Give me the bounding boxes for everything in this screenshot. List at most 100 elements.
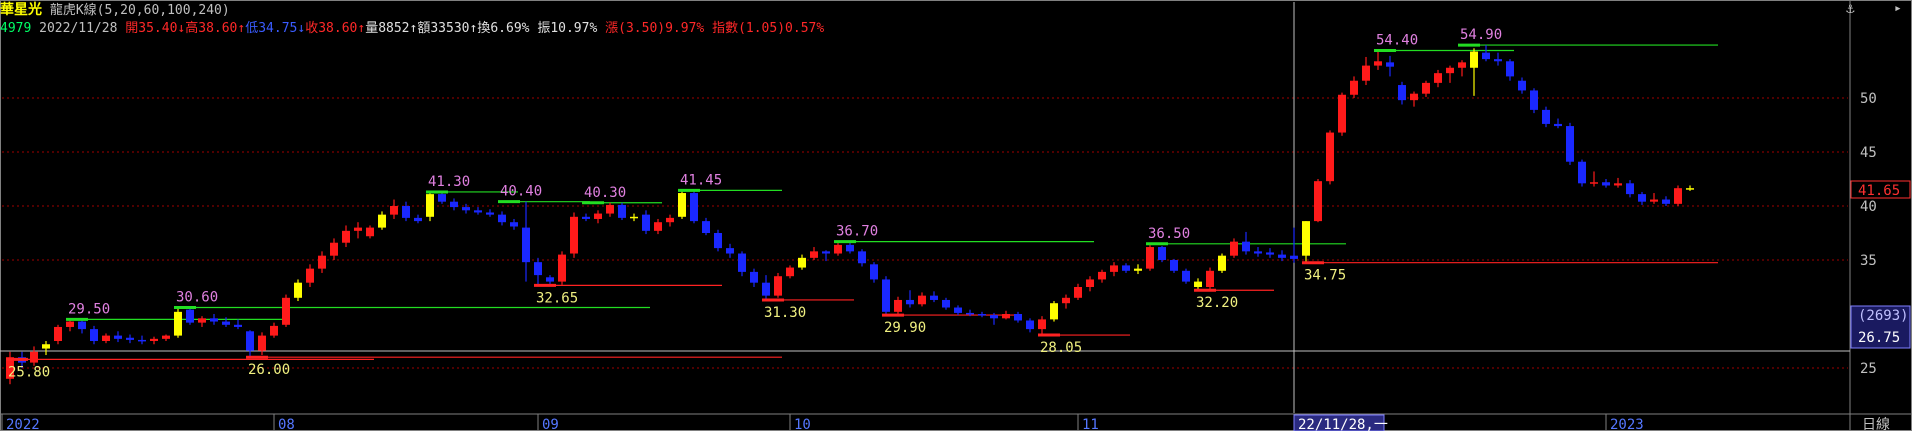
candle-body[interactable] — [174, 311, 182, 336]
candle-body[interactable] — [786, 267, 794, 277]
candle-body[interactable] — [1014, 314, 1022, 321]
candle-body[interactable] — [990, 315, 998, 319]
candle-body[interactable] — [894, 299, 902, 312]
candle-body[interactable] — [1566, 126, 1574, 162]
candle-body[interactable] — [1506, 61, 1514, 77]
candle-body[interactable] — [1038, 319, 1046, 330]
candle-body[interactable] — [1434, 73, 1442, 83]
candle-body[interactable] — [498, 214, 506, 223]
candle-body[interactable] — [354, 227, 362, 231]
candle-body[interactable] — [558, 254, 566, 282]
candle-body[interactable] — [162, 335, 170, 339]
candle-body[interactable] — [1026, 320, 1034, 330]
scroll-right-icon[interactable]: ▸ — [1894, 2, 1908, 16]
candle-body[interactable] — [750, 271, 758, 283]
candle-body[interactable] — [378, 214, 386, 228]
candle-body[interactable] — [546, 277, 554, 282]
candle-body[interactable] — [246, 331, 254, 351]
candle-body[interactable] — [1530, 90, 1538, 110]
candle-body[interactable] — [522, 227, 530, 263]
candle-body[interactable] — [414, 217, 422, 222]
candle-body[interactable] — [1350, 80, 1358, 95]
candle-body[interactable] — [1374, 61, 1382, 66]
candle-body[interactable] — [474, 210, 482, 213]
candle-body[interactable] — [1062, 297, 1070, 304]
candle-body[interactable] — [1122, 265, 1130, 271]
candle-body[interactable] — [1002, 314, 1010, 319]
candle-body[interactable] — [1446, 67, 1454, 74]
candle-body[interactable] — [762, 282, 770, 296]
candle-body[interactable] — [1494, 59, 1502, 62]
candle-body[interactable] — [102, 335, 110, 341]
candle-body[interactable] — [1386, 62, 1394, 67]
candle-body[interactable] — [594, 213, 602, 219]
candle-body[interactable] — [1674, 188, 1682, 204]
candle-body[interactable] — [258, 335, 266, 351]
candle-body[interactable] — [906, 299, 914, 305]
candle-body[interactable] — [510, 222, 518, 227]
candle-body[interactable] — [450, 201, 458, 208]
candle-body[interactable] — [966, 312, 974, 315]
candle-body[interactable] — [882, 279, 890, 312]
candle-body[interactable] — [798, 257, 806, 268]
candle-body[interactable] — [222, 321, 230, 325]
candle-body[interactable] — [198, 318, 206, 323]
candle-body[interactable] — [486, 212, 494, 215]
candle-body[interactable] — [918, 295, 926, 305]
candle-body[interactable] — [1194, 281, 1202, 287]
candle-body[interactable] — [282, 297, 290, 325]
candle-body[interactable] — [1650, 199, 1658, 202]
candle-body[interactable] — [330, 242, 338, 256]
candle-body[interactable] — [1326, 132, 1334, 182]
candle-body[interactable] — [642, 214, 650, 231]
candle-body[interactable] — [570, 216, 578, 254]
candle-body[interactable] — [834, 244, 842, 254]
candle-body[interactable] — [1266, 252, 1274, 255]
candle-body[interactable] — [618, 204, 626, 218]
candle-body[interactable] — [942, 299, 950, 308]
candle-body[interactable] — [1086, 279, 1094, 287]
candle-body[interactable] — [318, 255, 326, 269]
candle-body[interactable] — [822, 251, 830, 254]
candle-body[interactable] — [1158, 247, 1166, 260]
candle-body[interactable] — [1290, 255, 1298, 259]
candle-body[interactable] — [810, 251, 818, 258]
candle-body[interactable] — [1518, 80, 1526, 91]
candle-body[interactable] — [1314, 181, 1322, 222]
candle-body[interactable] — [150, 338, 158, 341]
candle-body[interactable] — [1098, 271, 1106, 280]
candle-body[interactable] — [1206, 270, 1214, 287]
candle-body[interactable] — [1614, 183, 1622, 186]
candle-body[interactable] — [66, 321, 74, 327]
candle-body[interactable] — [90, 329, 98, 341]
candle-body[interactable] — [1662, 199, 1670, 204]
candle-body[interactable] — [1590, 182, 1598, 184]
candle-body[interactable] — [366, 227, 374, 237]
candle-body[interactable] — [1242, 241, 1250, 252]
candle-body[interactable] — [858, 251, 866, 264]
candle-body[interactable] — [582, 216, 590, 219]
candle-body[interactable] — [1134, 268, 1142, 271]
candle-body[interactable] — [726, 248, 734, 254]
candle-body[interactable] — [666, 217, 674, 223]
candle-body[interactable] — [690, 193, 698, 222]
candle-body[interactable] — [930, 295, 938, 300]
candle-body[interactable] — [1554, 123, 1562, 127]
candle-body[interactable] — [1230, 241, 1238, 256]
candle-body[interactable] — [1638, 194, 1646, 202]
candle-body[interactable] — [54, 326, 62, 341]
candle-body[interactable] — [1458, 62, 1466, 68]
candle-body[interactable] — [630, 216, 638, 219]
candle-body[interactable] — [462, 207, 470, 211]
candle-body[interactable] — [978, 314, 986, 316]
candle-body[interactable] — [1362, 65, 1370, 81]
candle-body[interactable] — [1218, 255, 1226, 271]
candle-body[interactable] — [306, 268, 314, 283]
candle-body[interactable] — [1182, 270, 1190, 282]
candle-body[interactable] — [342, 230, 350, 243]
candle-body[interactable] — [1542, 109, 1550, 124]
candle-body[interactable] — [654, 222, 662, 231]
candle-body[interactable] — [1578, 161, 1586, 184]
candle-body[interactable] — [1398, 85, 1406, 101]
candle-body[interactable] — [1602, 182, 1610, 186]
